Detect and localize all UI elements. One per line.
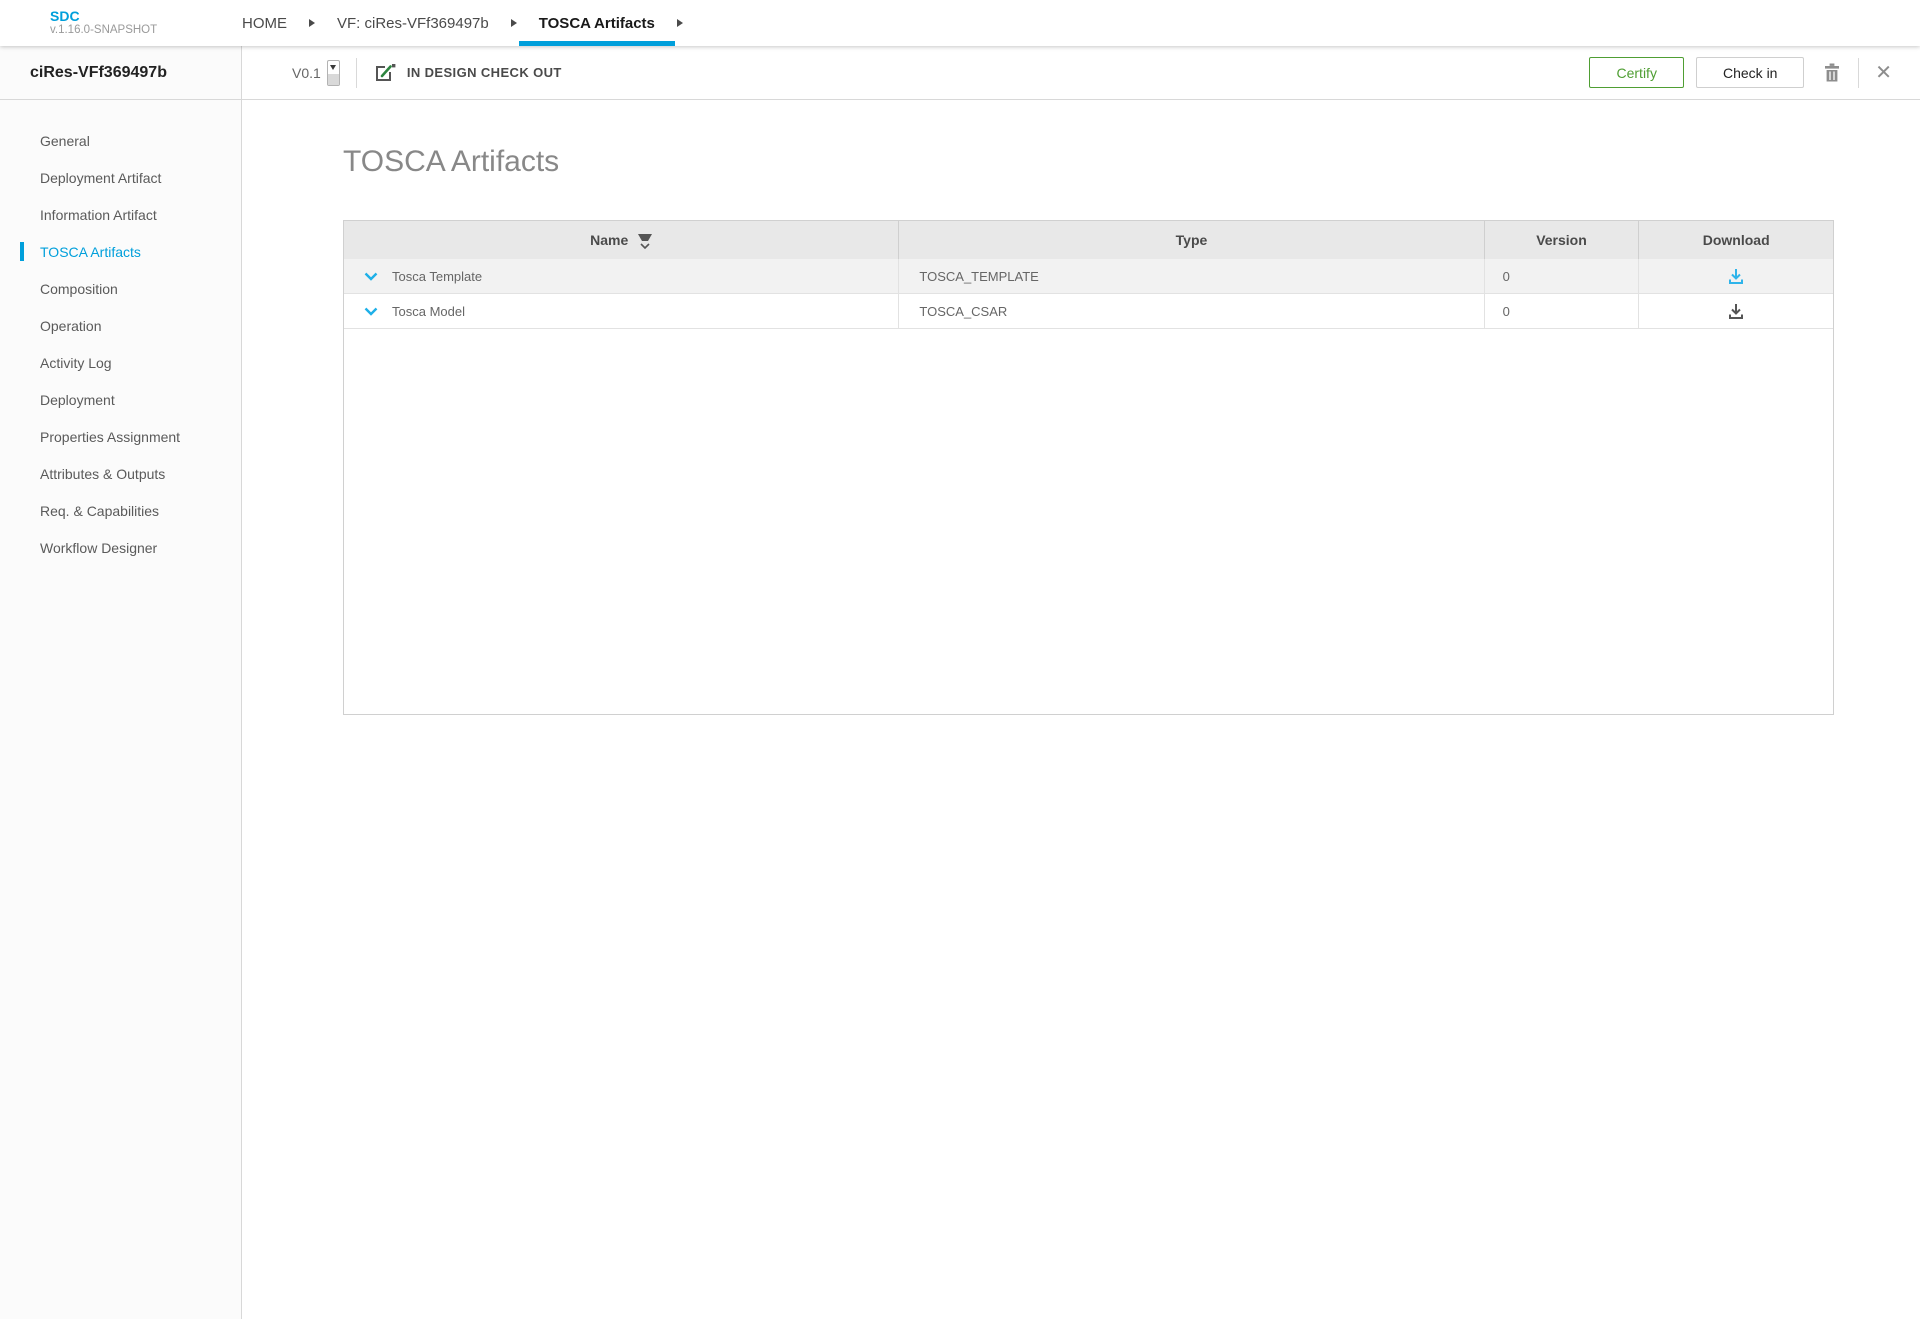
trash-icon (1822, 62, 1842, 84)
column-header-download[interactable]: Download (1639, 221, 1833, 259)
breadcrumb-arrow-icon (511, 19, 517, 27)
lifecycle-state-label: IN DESIGN CHECK OUT (407, 65, 562, 80)
table-empty-area (344, 329, 1833, 714)
certify-button[interactable]: Certify (1589, 57, 1684, 88)
workspace-header: ciRes-VFf369497b V0.1 IN DESIGN CHECK OU… (0, 46, 1920, 100)
download-icon[interactable] (1727, 303, 1745, 320)
sidebar-item-req-capabilities[interactable]: Req. & Capabilities (0, 492, 241, 529)
breadcrumb-tab-home-label: HOME (242, 15, 287, 32)
breadcrumb-arrow-icon (309, 19, 315, 27)
breadcrumb-tab-vf-label: VF: ciRes-VFf369497b (337, 15, 489, 32)
sidebar-item-composition[interactable]: Composition (0, 270, 241, 307)
divider (356, 58, 357, 88)
chevron-down-icon[interactable] (364, 272, 378, 281)
sidebar-item-activity-log[interactable]: Activity Log (0, 344, 241, 381)
sidebar-item-tosca-artifacts[interactable]: TOSCA Artifacts (0, 233, 241, 270)
breadcrumb-tab-vf[interactable]: VF: ciRes-VFf369497b (317, 0, 509, 46)
workspace-header-main: V0.1 IN DESIGN CHECK OUT Certify Check i… (242, 46, 1920, 99)
version-label: V0.1 (292, 65, 321, 81)
artifact-download-cell (1639, 259, 1833, 293)
active-indicator-bar (20, 242, 24, 261)
app-logo-title: SDC (50, 9, 170, 24)
close-icon[interactable]: ✕ (1875, 63, 1892, 83)
artifact-name: Tosca Model (392, 304, 465, 319)
artifact-download-cell (1639, 294, 1833, 328)
stepper-down-arrow-icon[interactable] (328, 61, 339, 74)
table-header-row: Name Type Version Download (344, 221, 1833, 259)
main-panel: TOSCA Artifacts Name Type Version (242, 100, 1920, 1319)
breadcrumb-tab-home[interactable]: HOME (222, 0, 307, 46)
column-header-version[interactable]: Version (1485, 221, 1640, 259)
sidebar-item-attributes-outputs[interactable]: Attributes & Outputs (0, 455, 241, 492)
app-logo[interactable]: SDC v.1.16.0-SNAPSHOT (50, 9, 170, 37)
sidebar-item-information-artifact[interactable]: Information Artifact (0, 196, 241, 233)
sidebar-item-operation[interactable]: Operation (0, 307, 241, 344)
breadcrumb: HOME VF: ciRes-VFf369497b TOSCA Artifact… (222, 0, 685, 46)
artifact-version-cell: 0 (1485, 259, 1640, 293)
download-icon[interactable] (1727, 268, 1745, 285)
breadcrumb-arrow-icon (677, 19, 683, 27)
sidebar-item-workflow-designer[interactable]: Workflow Designer (0, 529, 241, 566)
app-version-label: v.1.16.0-SNAPSHOT (50, 24, 170, 37)
top-nav-bar: SDC v.1.16.0-SNAPSHOT HOME VF: ciRes-VFf… (0, 0, 1920, 46)
artifact-version-cell: 0 (1485, 294, 1640, 328)
chevron-down-icon[interactable] (364, 307, 378, 316)
sidebar-item-deployment-artifact[interactable]: Deployment Artifact (0, 159, 241, 196)
column-header-name[interactable]: Name (344, 221, 899, 259)
sidebar-item-general[interactable]: General (0, 122, 241, 159)
sort-icon[interactable] (638, 234, 652, 249)
sidebar-item-deployment[interactable]: Deployment (0, 381, 241, 418)
entity-name: ciRes-VFf369497b (30, 64, 167, 82)
delete-button[interactable] (1822, 62, 1842, 84)
artifact-type-cell: TOSCA_CSAR (899, 294, 1484, 328)
artifact-name: Tosca Template (392, 269, 482, 284)
column-header-type[interactable]: Type (899, 221, 1484, 259)
artifact-type-cell: TOSCA_TEMPLATE (899, 259, 1484, 293)
sidebar-item-properties-assignment[interactable]: Properties Assignment (0, 418, 241, 455)
sidebar-menu: General Deployment Artifact Information … (0, 100, 242, 1319)
content-area: General Deployment Artifact Information … (0, 100, 1920, 1319)
artifact-name-cell: Tosca Model (344, 294, 899, 328)
breadcrumb-tab-tosca-artifacts[interactable]: TOSCA Artifacts (519, 0, 675, 46)
entity-name-panel: ciRes-VFf369497b (0, 46, 242, 99)
version-stepper[interactable] (327, 60, 340, 86)
page-title: TOSCA Artifacts (343, 144, 1920, 180)
check-in-button[interactable]: Check in (1696, 57, 1804, 88)
tosca-artifacts-table: Name Type Version Download (343, 220, 1834, 715)
stepper-track[interactable] (328, 74, 339, 85)
breadcrumb-tab-tosca-artifacts-label: TOSCA Artifacts (539, 15, 655, 32)
checkout-edit-icon (373, 62, 397, 84)
table-row[interactable]: Tosca Template TOSCA_TEMPLATE 0 (344, 259, 1833, 294)
divider (1858, 58, 1859, 88)
table-row[interactable]: Tosca Model TOSCA_CSAR 0 (344, 294, 1833, 329)
artifact-name-cell: Tosca Template (344, 259, 899, 293)
